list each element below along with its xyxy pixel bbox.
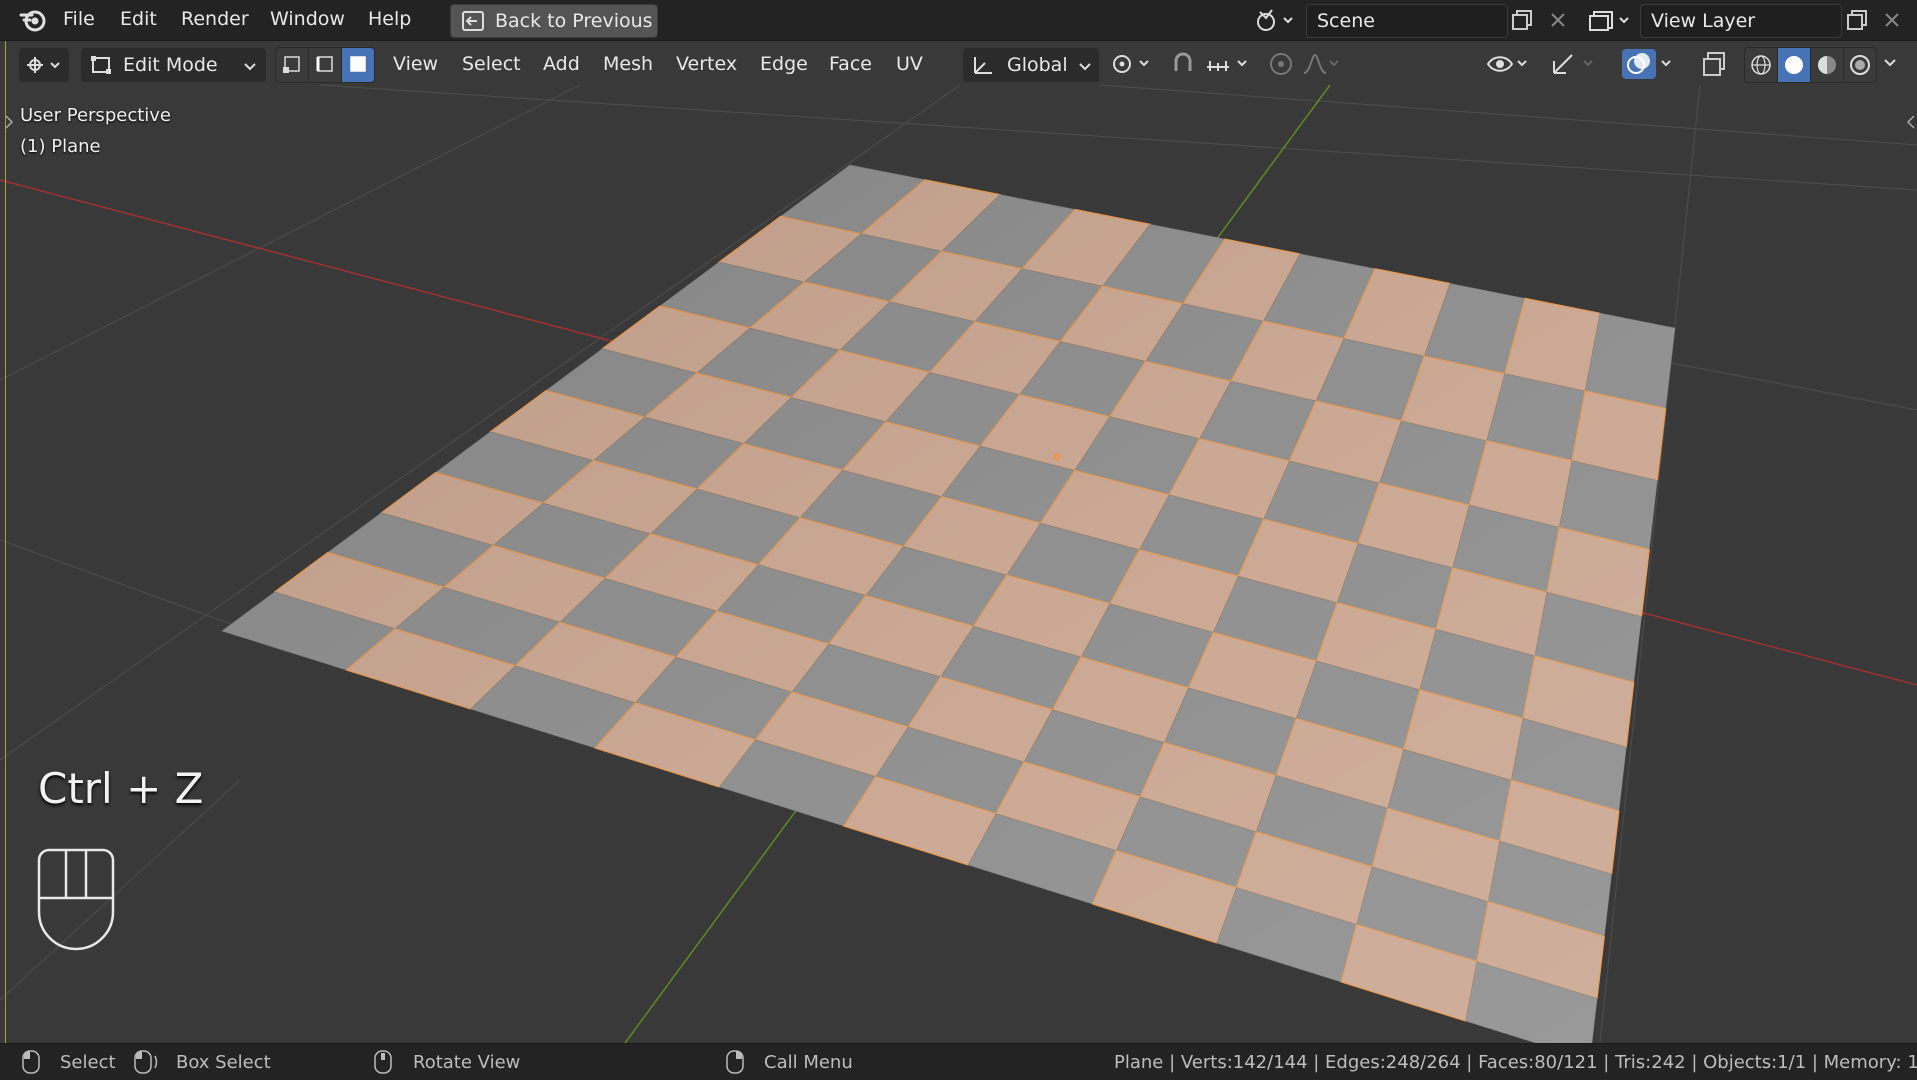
rendered-sphere-icon [1850,55,1870,75]
menu-uv[interactable]: UV [896,53,923,75]
blender-logo-icon[interactable] [18,6,48,34]
edge-select-icon [316,56,333,72]
view-layer-field[interactable]: View Layer [1640,4,1842,38]
mode-label: Edit Mode [123,54,218,76]
vertex-select-button[interactable] [275,47,309,83]
scene-name: Scene [1317,10,1375,32]
back-to-previous-button[interactable]: Back to Previous [450,4,658,38]
3d-viewport[interactable] [0,0,1917,1079]
scene-browse-icon[interactable] [1252,6,1300,34]
transform-orientation-dropdown[interactable]: Global [962,47,1100,83]
mouse-middle-icon [374,1050,392,1078]
status-select: Select [60,1052,116,1073]
status-box-select: Box Select [176,1052,271,1073]
area-border [5,41,6,1043]
menu-window[interactable]: Window [270,8,345,30]
solid-sphere-icon [1785,56,1803,74]
shading-options-chevron-icon[interactable] [1882,55,1898,71]
orientation-icon [971,54,995,80]
mode-dropdown[interactable]: Edit Mode [80,47,267,83]
menu-vertex[interactable]: Vertex [676,53,737,75]
toolbar-expand-arrow-icon[interactable] [4,114,14,134]
mouse-icon [36,848,116,956]
xray-toggle-icon[interactable] [1700,49,1730,79]
falloff-curve-icon[interactable] [1302,51,1342,77]
back-to-previous-label: Back to Previous [495,10,653,32]
editor-type-icon [25,54,63,80]
menu-render[interactable]: Render [181,8,249,30]
view-layer-name: View Layer [1651,10,1756,32]
orientation-label: Global [1007,54,1068,76]
delete-scene-icon[interactable] [1546,8,1570,32]
vertex-select-icon [283,56,300,73]
status-rotate-view: Rotate View [413,1052,521,1073]
scene-statistics: Plane | Verts:142/144 | Edges:248/264 | … [1114,1052,1917,1073]
back-arrow-icon [461,10,485,36]
menu-select[interactable]: Select [462,53,521,75]
face-select-button[interactable] [341,47,375,83]
editor-type-dropdown[interactable] [18,47,70,83]
mouse-drag-icon [134,1050,162,1078]
shortcut-key-display: Ctrl + Z [38,764,204,813]
face-select-icon [350,56,366,72]
shading-solid-button[interactable] [1777,47,1811,83]
active-object-label: (1) Plane [20,136,101,157]
snap-magnet-icon[interactable] [1170,51,1196,77]
sidebar-expand-arrow-icon[interactable] [1906,114,1916,134]
menu-face[interactable]: Face [829,53,872,75]
viewport-header: Edit Mode View Select Add Mesh Vertex Ed… [0,41,1917,89]
shading-rendered-button[interactable] [1843,47,1877,83]
shading-material-button[interactable] [1810,47,1844,83]
menu-file[interactable]: File [63,8,95,30]
new-view-layer-icon[interactable] [1845,8,1869,32]
overlays-icon[interactable] [1622,49,1678,79]
wireframe-sphere-icon [1751,55,1771,75]
menu-mesh[interactable]: Mesh [603,53,653,75]
scene-name-field[interactable]: Scene [1306,4,1508,38]
status-call-menu: Call Menu [764,1052,853,1073]
edit-mode-icon [89,54,113,80]
mouse-right-icon [726,1050,744,1078]
snap-increment-icon[interactable] [1204,51,1254,77]
menu-view[interactable]: View [393,53,438,75]
material-sphere-icon [1818,56,1836,74]
mouse-left-icon [22,1050,40,1078]
status-bar: Select Box Select Rotate View Call Menu … [0,1043,1917,1080]
menu-edit[interactable]: Edit [120,8,157,30]
menu-edge[interactable]: Edge [760,53,808,75]
edge-select-button[interactable] [308,47,342,83]
chevron-down-icon [1078,58,1092,77]
view-perspective-label: User Perspective [20,105,171,126]
chevron-down-icon [243,58,257,77]
delete-view-layer-icon[interactable] [1880,8,1904,32]
menu-help[interactable]: Help [368,8,411,30]
new-scene-icon[interactable] [1510,8,1534,32]
menu-add[interactable]: Add [543,53,580,75]
top-bar: File Edit Render Window Help Back to Pre… [0,0,1917,41]
proportional-edit-icon[interactable] [1268,51,1294,77]
view-layer-browse-icon[interactable] [1588,6,1636,34]
shading-wireframe-button[interactable] [1744,47,1778,83]
pivot-point-icon[interactable] [1110,51,1156,77]
visibility-eye-icon[interactable] [1486,51,1532,77]
gizmo-icon[interactable] [1550,51,1600,77]
